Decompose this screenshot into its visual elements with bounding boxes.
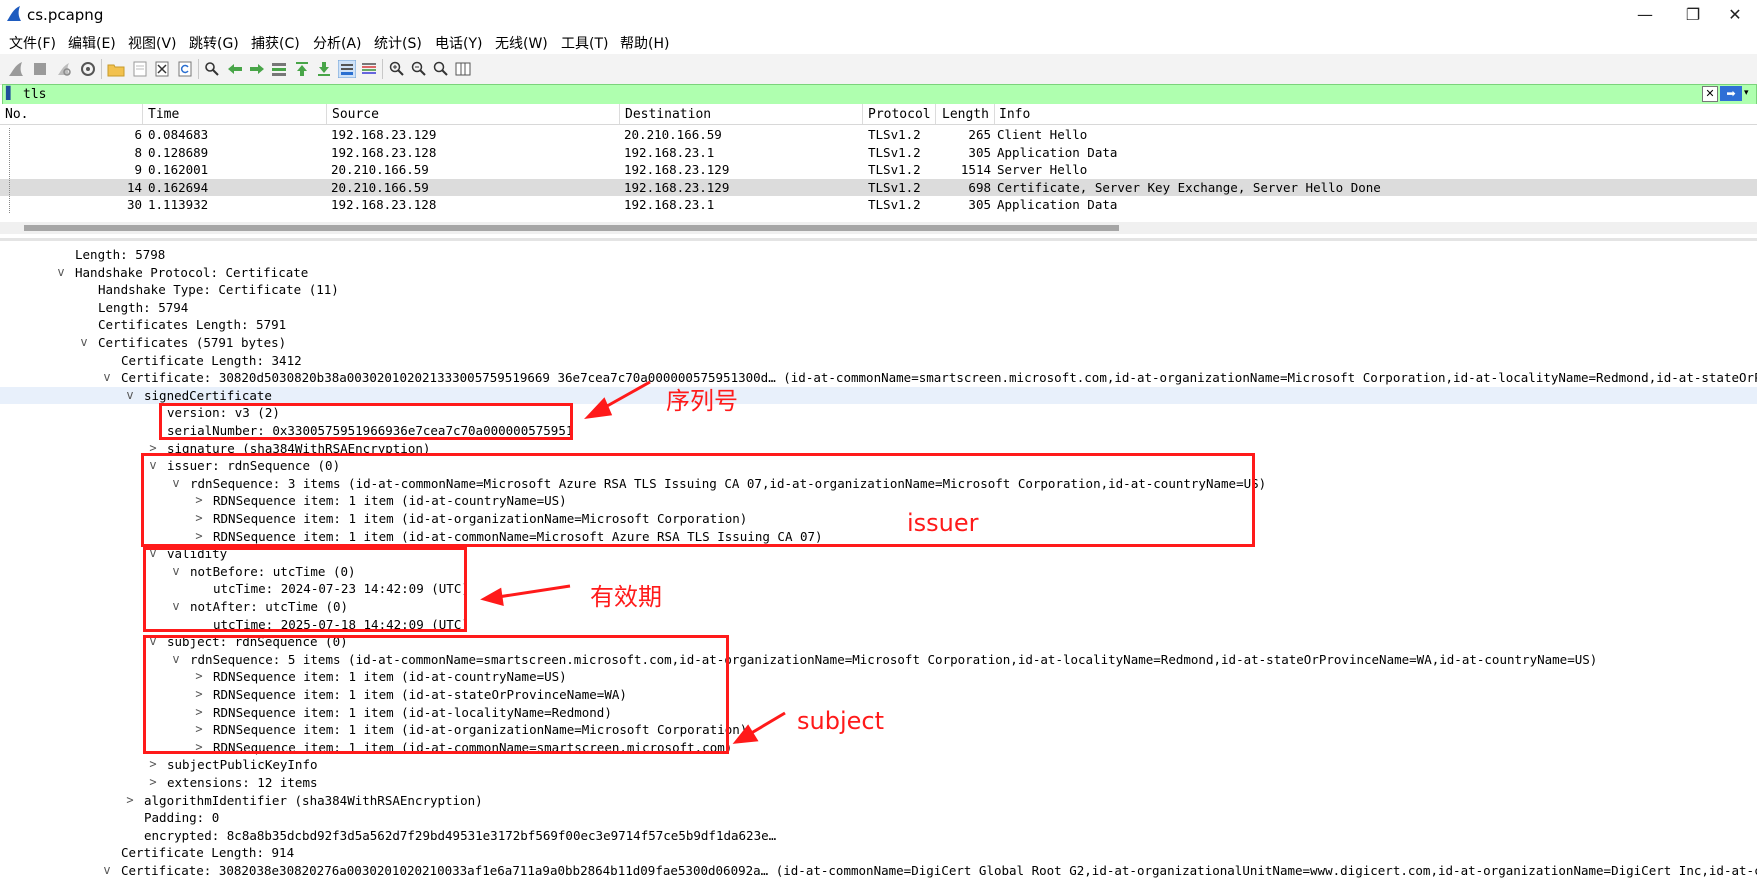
annotation-label-serial: 序列号 [666,387,738,415]
annotation-label-validity: 有效期 [590,583,662,611]
annotation-label-issuer: issuer [907,509,979,537]
annotation-arrows [480,380,786,744]
annotation-label-subject: subject [797,707,884,735]
